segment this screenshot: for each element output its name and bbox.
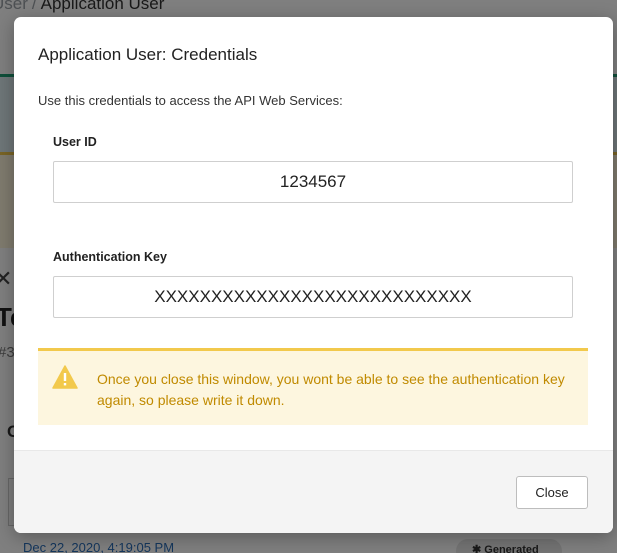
user-id-label: User ID: [53, 135, 97, 149]
warning-triangle-icon: [52, 365, 78, 389]
warning-alert: Once you close this window, you wont be …: [38, 348, 588, 425]
user-id-field[interactable]: [53, 161, 573, 203]
dialog-title: Application User: Credentials: [38, 45, 258, 64]
dialog-footer: Close: [14, 450, 613, 533]
auth-key-label: Authentication Key: [53, 250, 167, 264]
auth-key-field[interactable]: [53, 276, 573, 318]
credentials-dialog: Application User: Credentials Use this c…: [14, 17, 613, 533]
warning-text: Once you close this window, you wont be …: [97, 371, 565, 408]
close-button[interactable]: Close: [516, 476, 588, 509]
dialog-description: Use this credentials to access the API W…: [38, 93, 343, 108]
